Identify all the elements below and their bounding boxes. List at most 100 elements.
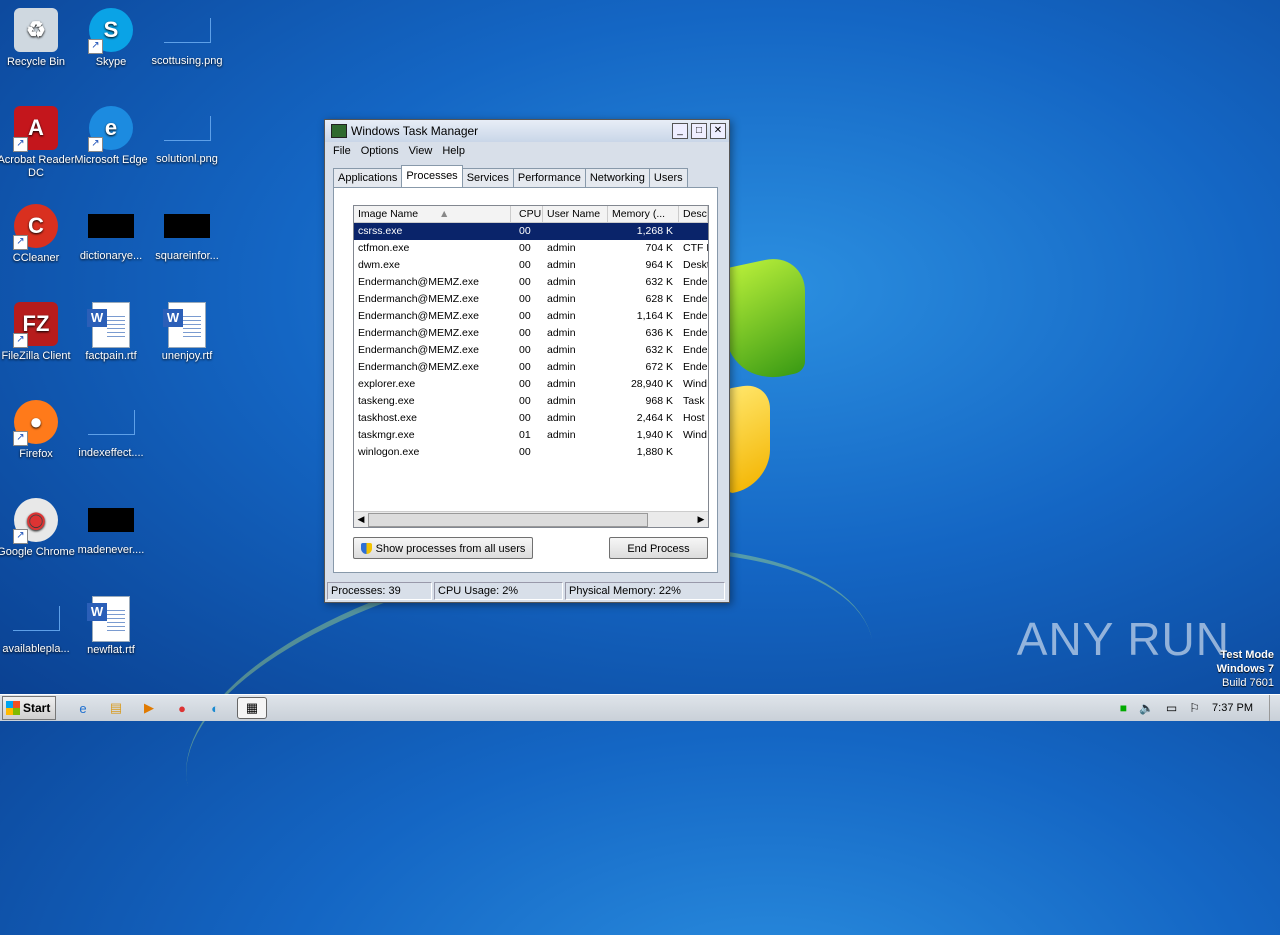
show-desktop-button[interactable] bbox=[1269, 695, 1280, 721]
image-file-icon bbox=[163, 18, 211, 43]
process-cell: admin bbox=[547, 242, 576, 254]
end-process-button[interactable]: End Process bbox=[609, 537, 708, 559]
scroll-right-icon[interactable]: ▶ bbox=[694, 512, 708, 527]
process-cell: Endermanch@MEMZ.exe bbox=[358, 310, 479, 322]
desktop-icon-label: unenjoy.rtf bbox=[161, 350, 213, 362]
tab-users[interactable]: Users bbox=[648, 168, 688, 187]
task-manager-taskbar-icon[interactable]: ▦ bbox=[237, 697, 267, 719]
column-image-name[interactable]: Image Name ▲ bbox=[354, 206, 511, 222]
process-cell: 00 bbox=[519, 310, 531, 322]
process-row[interactable]: ctfmon.exe 00 admin 704 K CTF L bbox=[354, 240, 708, 257]
process-row[interactable]: winlogon.exe 00 1,880 K bbox=[354, 444, 708, 461]
process-row[interactable]: Endermanch@MEMZ.exe 00 admin 632 K Ende bbox=[354, 274, 708, 291]
desktop-icon[interactable]: S ↗ Skype bbox=[71, 8, 151, 69]
image-file-icon bbox=[12, 606, 60, 631]
tab-performance[interactable]: Performance bbox=[512, 168, 586, 187]
desktop-icon[interactable]: A ↗ Acrobat Reader DC bbox=[0, 106, 76, 180]
menu-options[interactable]: Options bbox=[361, 145, 399, 157]
process-cell: 2,464 K bbox=[636, 412, 673, 424]
process-cell: 00 bbox=[519, 412, 531, 424]
process-cell: Endermanch@MEMZ.exe bbox=[358, 293, 479, 305]
status-processes: Processes: 39 bbox=[327, 582, 432, 600]
process-row[interactable]: Endermanch@MEMZ.exe 00 admin 672 K Ende bbox=[354, 359, 708, 376]
desktop-icon[interactable]: ♻ Recycle Bin bbox=[0, 8, 76, 69]
desktop-icon-label: Microsoft Edge bbox=[74, 154, 148, 166]
tab-applications[interactable]: Applications bbox=[333, 168, 403, 187]
column-memory[interactable]: Memory (... bbox=[608, 206, 679, 222]
process-cell: 1,880 K bbox=[636, 446, 673, 458]
tab-networking[interactable]: Networking bbox=[584, 168, 650, 187]
menu-view[interactable]: View bbox=[409, 145, 433, 157]
menu-file[interactable]: File bbox=[333, 145, 351, 157]
process-row[interactable]: Endermanch@MEMZ.exe 00 admin 632 K Ende bbox=[354, 342, 708, 359]
firefox-icon: ● ↗ bbox=[13, 400, 59, 446]
network-icon[interactable]: ▭ bbox=[1166, 701, 1177, 715]
horizontal-scrollbar[interactable]: ◀ ▶ bbox=[354, 511, 708, 527]
black-file-icon bbox=[88, 214, 134, 238]
process-cell bbox=[679, 223, 708, 240]
tab-services[interactable]: Services bbox=[461, 168, 514, 187]
process-cell: admin bbox=[547, 310, 576, 322]
process-cell: admin bbox=[547, 327, 576, 339]
column-cpu[interactable]: CPU bbox=[511, 206, 543, 222]
action-center-flag-icon[interactable]: ⚐ bbox=[1189, 701, 1200, 715]
edge-icon[interactable]: ◐ bbox=[204, 698, 226, 718]
process-cell: 00 bbox=[519, 395, 531, 407]
process-cell: Ende bbox=[683, 293, 708, 305]
process-row[interactable]: csrss.exe 00 1,268 K bbox=[354, 223, 708, 240]
minimize-button[interactable]: _ bbox=[672, 123, 688, 139]
process-rows: csrss.exe 00 1,268 K ctfmon.exe 00 admin 704 K… bbox=[354, 223, 708, 461]
desktop-icon[interactable]: madenever.... bbox=[71, 498, 151, 557]
desktop-icon[interactable]: FZ ↗ FileZilla Client bbox=[0, 302, 76, 363]
scroll-left-icon[interactable]: ◀ bbox=[354, 512, 368, 527]
desktop-icon[interactable]: e ↗ Microsoft Edge bbox=[71, 106, 151, 167]
desktop-icon[interactable]: Wnewflat.rtf bbox=[71, 596, 151, 657]
process-list[interactable]: Image Name ▲ CPU User Name Memory (... D… bbox=[353, 205, 709, 528]
process-row[interactable]: Endermanch@MEMZ.exe 00 admin 636 K Ende bbox=[354, 325, 708, 342]
scrollbar-thumb[interactable] bbox=[368, 513, 648, 527]
desktop-icon[interactable]: scottusing.png bbox=[147, 8, 227, 68]
word-doc-icon: W bbox=[87, 596, 134, 642]
desktop-icon[interactable]: indexeffect.... bbox=[71, 400, 151, 460]
tray-app-icon[interactable]: ■ bbox=[1120, 701, 1127, 715]
process-cell: Ende bbox=[683, 344, 708, 356]
desktop-icon[interactable]: solutionl.png bbox=[147, 106, 227, 166]
desktop-icon-label: scottusing.png bbox=[151, 55, 223, 67]
media-player-icon[interactable]: ▶ bbox=[138, 698, 160, 718]
anyrun-watermark: ANY RUN bbox=[1016, 613, 1230, 665]
process-row[interactable]: Endermanch@MEMZ.exe 00 admin 1,164 K Ende bbox=[354, 308, 708, 325]
volume-icon[interactable]: 🔈 bbox=[1139, 701, 1154, 715]
process-row[interactable]: taskmgr.exe 01 admin 1,940 K Wind bbox=[354, 427, 708, 444]
desktop-icon[interactable]: dictionarye... bbox=[71, 204, 151, 263]
ie-icon[interactable]: e bbox=[72, 698, 94, 718]
desktop-icon[interactable]: C ↗ CCleaner bbox=[0, 204, 76, 265]
process-row[interactable]: Endermanch@MEMZ.exe 00 admin 628 K Ende bbox=[354, 291, 708, 308]
title-bar[interactable]: Windows Task Manager _ □ ✕ bbox=[325, 120, 729, 142]
clock[interactable]: 7:37 PM bbox=[1212, 702, 1253, 714]
tab-strip: Applications Processes Services Performa… bbox=[333, 165, 688, 187]
column-user-name[interactable]: User Name bbox=[543, 206, 608, 222]
process-cell: admin bbox=[547, 344, 576, 356]
process-row[interactable]: taskeng.exe 00 admin 968 K Task bbox=[354, 393, 708, 410]
column-description[interactable]: Desc bbox=[679, 206, 708, 222]
desktop-icon[interactable]: ◉ ↗ Google Chrome bbox=[0, 498, 76, 559]
desktop-icon[interactable]: Wfactpain.rtf bbox=[71, 302, 151, 363]
process-row[interactable]: explorer.exe 00 admin 28,940 K Wind bbox=[354, 376, 708, 393]
menu-help[interactable]: Help bbox=[442, 145, 465, 157]
process-row[interactable]: dwm.exe 00 admin 964 K Deskt bbox=[354, 257, 708, 274]
process-row[interactable]: taskhost.exe 00 admin 2,464 K Host bbox=[354, 410, 708, 427]
desktop-icon[interactable]: Wunenjoy.rtf bbox=[147, 302, 227, 363]
uac-shield-icon bbox=[360, 543, 372, 554]
show-all-processes-button[interactable]: Show processes from all users bbox=[353, 537, 533, 559]
tab-processes[interactable]: Processes bbox=[401, 165, 463, 187]
process-cell: 00 bbox=[519, 259, 531, 271]
chrome-icon[interactable]: ● bbox=[171, 698, 193, 718]
maximize-button[interactable]: □ bbox=[691, 123, 707, 139]
explorer-icon[interactable]: ▤ bbox=[105, 698, 127, 718]
close-button[interactable]: ✕ bbox=[710, 123, 726, 139]
desktop-icon[interactable]: availablepla... bbox=[0, 596, 76, 656]
desktop-icon[interactable]: ● ↗ Firefox bbox=[0, 400, 76, 461]
edge-icon: e ↗ bbox=[88, 106, 134, 152]
desktop-icon[interactable]: squareinfor... bbox=[147, 204, 227, 263]
start-button[interactable]: Start bbox=[2, 696, 56, 720]
